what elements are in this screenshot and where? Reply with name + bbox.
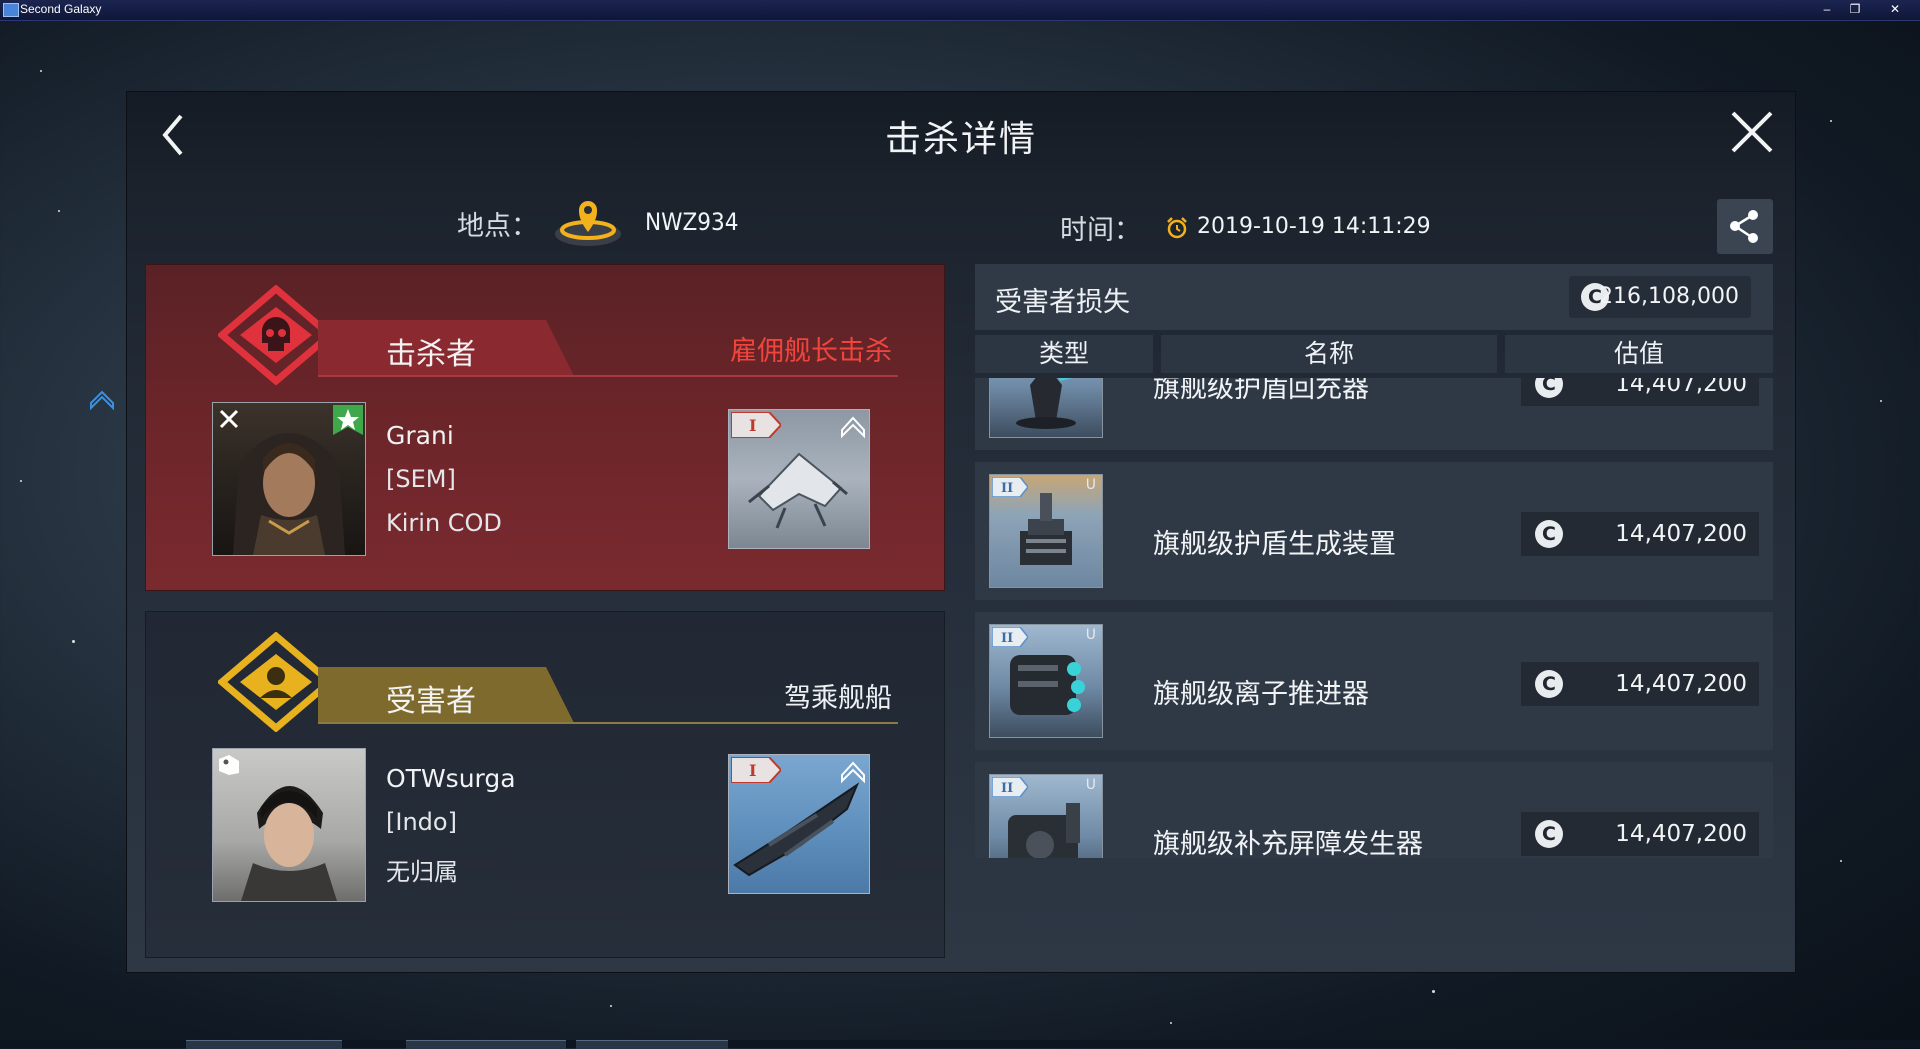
loss-item-row[interactable]: II U 旗舰级护盾生成装置 C 14,407,200 (975, 462, 1773, 600)
svg-text:II: II (1001, 631, 1013, 646)
item-thumbnail (989, 378, 1103, 438)
item-price: C 14,407,200 (1521, 378, 1759, 406)
page-title: 击杀详情 (884, 119, 1037, 160)
item-price: C 14,407,200 (1521, 812, 1759, 856)
tier-ii-badge: II (992, 627, 1028, 647)
killer-divider (318, 375, 898, 377)
item-price-value: 14,407,200 (1615, 671, 1747, 697)
time-value: 2019-10-19 14:11:29 (1197, 214, 1431, 239)
killer-note: 雇佣舰长击杀 (730, 336, 892, 367)
location-value[interactable]: NWZ934 (645, 208, 739, 236)
victim-corp[interactable]: [Indo] (386, 808, 457, 836)
taskbar (0, 1040, 1920, 1049)
tag-icon (219, 755, 239, 775)
close-button[interactable] (1727, 107, 1777, 157)
victim-alliance[interactable]: 无归属 (386, 852, 458, 887)
column-header-value[interactable]: 估值 (1505, 335, 1773, 373)
loss-header: 受害者损失 C 216,108,000 (975, 264, 1773, 330)
tier-i-badge: I (731, 412, 781, 438)
star-badge-icon (333, 405, 363, 435)
svg-text:I: I (749, 416, 756, 435)
rank-up-icon (90, 390, 114, 411)
victim-card: 受害者 驾乘舰船 OTWsurga [Indo] 无归属 I (145, 611, 945, 958)
item-thumbnail: II U (989, 624, 1103, 738)
loss-item-list[interactable]: 旗舰级护盾回充器 C 14,407,200 II U 旗舰级护盾生成装置 C 1… (975, 378, 1775, 858)
tier-ii-badge: II (992, 477, 1028, 497)
kill-detail-panel: 击杀详情 地点： NWZ934 时间： 2019-10-19 14:11:29 (126, 91, 1796, 973)
item-thumbnail: II U (989, 474, 1103, 588)
window-title: Second Galaxy (20, 2, 102, 16)
column-header-name[interactable]: 名称 (1161, 335, 1497, 373)
item-thumbnail: II U (989, 774, 1103, 858)
loss-item-row[interactable]: II U 旗舰级补充屏障发生器 C 14,407,200 (975, 762, 1773, 858)
victim-avatar[interactable] (212, 748, 366, 902)
share-icon (1730, 210, 1758, 243)
credits-icon: C (1535, 520, 1563, 548)
credits-icon: C (1535, 820, 1563, 848)
tools-icon (219, 409, 239, 429)
killer-corp[interactable]: [SEM] (386, 465, 456, 493)
killer-card: 击杀者 雇佣舰长击杀 Grani [SEM] Kirin COD I (145, 264, 945, 591)
victim-note: 驾乘舰船 (784, 683, 892, 714)
location-label: 地点： (457, 211, 538, 242)
svg-text:II: II (1001, 481, 1013, 496)
loss-item-row[interactable]: II U 旗舰级离子推进器 C 14,407,200 (975, 612, 1773, 750)
window-close-button[interactable]: ✕ (1880, 1, 1910, 18)
app-icon (3, 3, 19, 17)
location-pin-icon (555, 201, 621, 246)
column-header-type[interactable]: 类型 (975, 335, 1153, 373)
loss-total-value: 216,108,000 (1599, 284, 1739, 309)
time-label: 时间： (1060, 215, 1141, 246)
minimize-button[interactable]: – (1814, 1, 1840, 18)
item-grade: U (1085, 777, 1096, 793)
item-price: C 14,407,200 (1521, 512, 1759, 556)
rank-up-icon (841, 416, 865, 439)
item-name: 旗舰级护盾回充器 (1153, 378, 1369, 404)
item-grade: U (1085, 627, 1096, 643)
item-name: 旗舰级补充屏障发生器 (1153, 829, 1423, 858)
person-icon (218, 632, 334, 732)
loss-item-row[interactable]: 旗舰级护盾回充器 C 14,407,200 (975, 378, 1773, 450)
credits-icon: C (1535, 378, 1563, 398)
share-button[interactable] (1717, 199, 1773, 254)
alarm-clock-icon (1167, 217, 1187, 239)
svg-text:II: II (1001, 781, 1013, 796)
item-name: 旗舰级护盾生成装置 (1153, 529, 1396, 560)
loss-total: C 216,108,000 (1569, 276, 1751, 318)
tier-i-badge: I (731, 757, 781, 783)
skull-icon (218, 285, 334, 385)
victim-role-title: 受害者 (386, 684, 476, 719)
killer-alliance[interactable]: Kirin COD (386, 509, 502, 537)
window-titlebar: Second Galaxy – ❐ ✕ (0, 0, 1920, 21)
item-name: 旗舰级离子推进器 (1153, 679, 1369, 710)
killer-name[interactable]: Grani (386, 421, 454, 450)
restore-button[interactable]: ❐ (1842, 1, 1868, 18)
svg-text:I: I (749, 761, 756, 780)
victim-ship-thumbnail[interactable]: I (728, 754, 870, 894)
tier-ii-badge: II (992, 777, 1028, 797)
item-grade: U (1085, 477, 1096, 493)
item-price-value: 14,407,200 (1615, 821, 1747, 847)
item-price-value: 14,407,200 (1615, 378, 1747, 397)
killer-ship-thumbnail[interactable]: I (728, 409, 870, 549)
loss-title: 受害者损失 (995, 287, 1130, 318)
credits-icon: C (1535, 670, 1563, 698)
victim-name[interactable]: OTWsurga (386, 764, 516, 793)
killer-avatar[interactable] (212, 402, 366, 556)
killer-role-title: 击杀者 (386, 337, 476, 372)
item-price: C 14,407,200 (1521, 662, 1759, 706)
rank-up-icon (841, 761, 865, 784)
item-price-value: 14,407,200 (1615, 521, 1747, 547)
victim-divider (318, 722, 898, 724)
